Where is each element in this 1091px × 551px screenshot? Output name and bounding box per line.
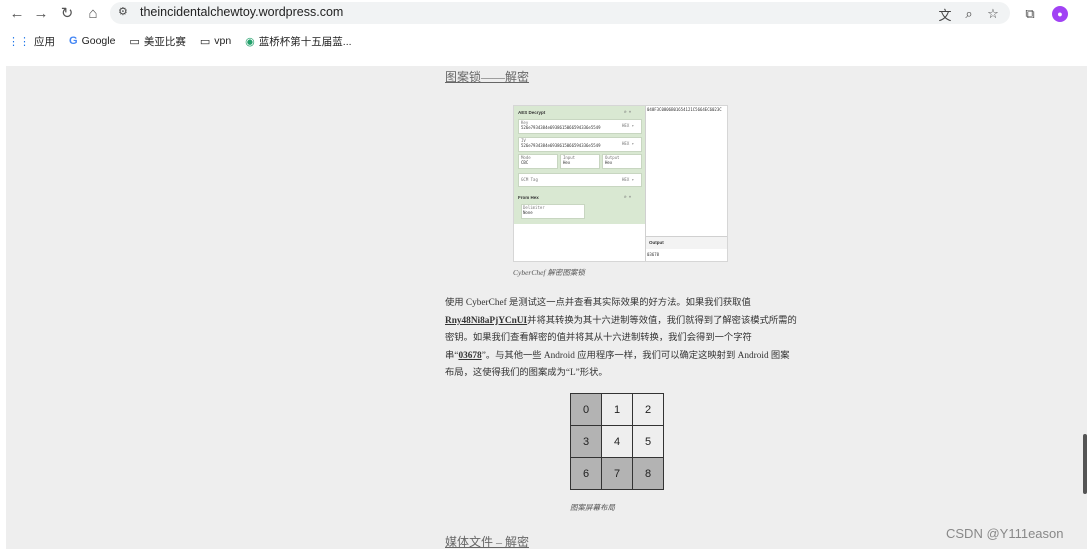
grid-cell: 0	[570, 393, 602, 426]
grid-cell: 8	[632, 457, 664, 490]
value-link-03678[interactable]: 03678	[458, 351, 481, 361]
folder-icon: ▭	[129, 35, 140, 48]
bookmark-star-icon[interactable]: ☆	[983, 4, 1003, 24]
grid-cell: 3	[570, 425, 602, 458]
translate-icon[interactable]: 文	[935, 4, 955, 24]
cyberchef-screenshot: AES Decrypt ⊘ ⏸ Key 526e7934384e69386150…	[513, 105, 728, 262]
section-title-media[interactable]: 媒体文件 – 解密	[445, 535, 529, 549]
grid-cell: 5	[632, 425, 664, 458]
disable-icon: ⊘ ⏸	[624, 194, 631, 199]
forward-icon[interactable]: →	[30, 2, 52, 24]
figure-caption: CyberChef 解密图案锁	[513, 268, 585, 277]
bookmark-apps[interactable]: ⋮⋮ 应用	[8, 34, 55, 49]
article-paragraph: 使用 CyberChef 是测试这一点并查看其实际效果的好方法。如果我们获取值R…	[445, 298, 797, 378]
folder-icon: ▭	[199, 35, 211, 48]
bookmark-google[interactable]: G Google	[69, 35, 115, 47]
zoom-icon[interactable]: ⌕	[959, 4, 979, 24]
apps-icon: ⋮⋮	[8, 35, 30, 48]
site-settings-icon[interactable]: ⚙	[118, 5, 128, 18]
grid-cell: 6	[570, 457, 602, 490]
bookmark-lanqiao[interactable]: ◉ 蓝桥杯第十五届蓝...	[245, 34, 351, 49]
grid-cell: 2	[632, 393, 664, 426]
globe-icon: ◉	[245, 35, 255, 48]
extensions-icon[interactable]: ⧉	[1020, 4, 1040, 24]
avatar[interactable]: ●	[1050, 4, 1070, 24]
grid-cell: 1	[601, 393, 633, 426]
disable-icon: ⊘ ⏸	[624, 109, 631, 114]
output-result: 03678	[647, 252, 660, 257]
browser-toolbar: ← → ↻ ⌂ ⚙ theincidentalchewtoy.wordpress…	[0, 0, 1091, 28]
bookmarks-bar: ⋮⋮ 应用 G Google ▭ 美亚比赛 ▭ vpn ◉ 蓝桥杯第十五届蓝...	[0, 30, 1091, 52]
watermark: CSDN @Y111eason	[946, 526, 1064, 541]
home-icon[interactable]: ⌂	[82, 2, 104, 24]
back-icon[interactable]: ←	[6, 2, 28, 24]
google-icon: G	[69, 35, 78, 47]
input-hex-text: 048F3C0806B01654121C5664EC6023C	[647, 107, 722, 112]
url-text[interactable]: theincidentalchewtoy.wordpress.com	[140, 5, 343, 19]
grid-cell: 7	[601, 457, 633, 490]
reload-icon[interactable]: ↻	[56, 2, 78, 24]
section-title-pattern-lock[interactable]: 图案锁——解密	[445, 70, 529, 84]
grid-cell: 4	[601, 425, 633, 458]
value-link-rny[interactable]: Rny48Ni8aPjYCnUI	[445, 316, 527, 326]
pattern-grid: 0 1 2 3 4 5 6 7 8	[570, 393, 664, 490]
grid-caption: 图案屏幕布局	[570, 503, 615, 512]
bookmark-folder-vpn[interactable]: ▭ vpn	[200, 35, 231, 48]
scrollbar-thumb[interactable]	[1083, 434, 1087, 494]
bookmark-folder-meiya[interactable]: ▭ 美亚比赛	[129, 34, 185, 49]
